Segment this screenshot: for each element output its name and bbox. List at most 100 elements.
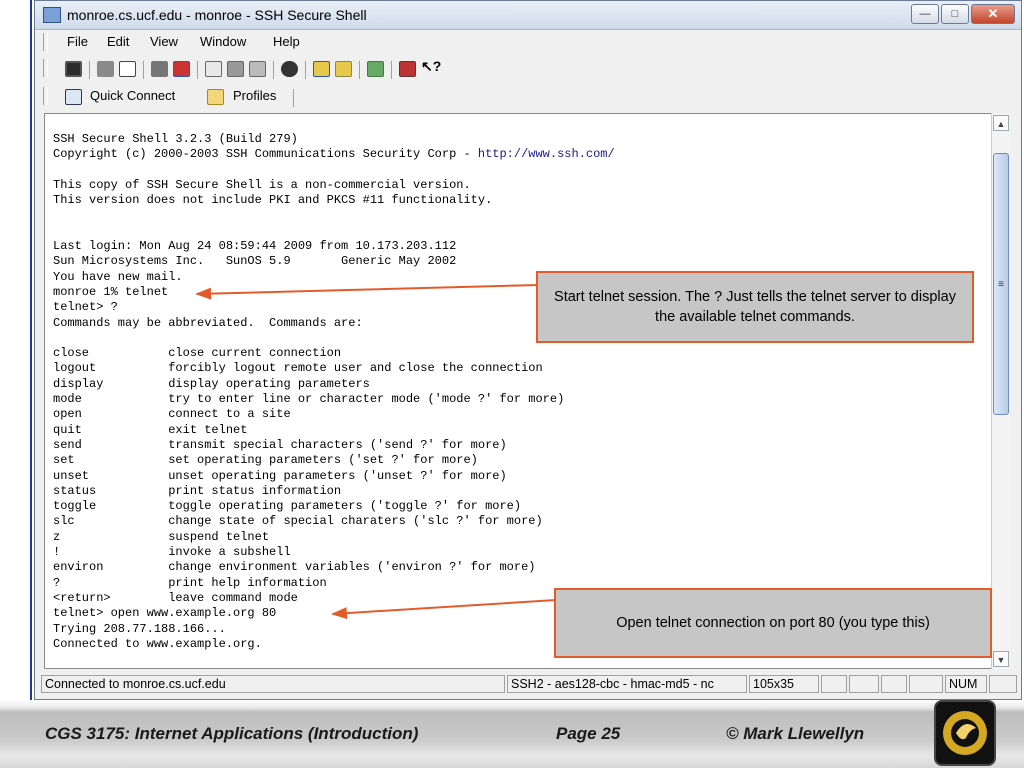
toolbar-grip[interactable] bbox=[43, 87, 48, 105]
open-callout: Open telnet connection on port 80 (you t… bbox=[554, 588, 992, 658]
menu-view[interactable]: View bbox=[150, 34, 178, 49]
status-num-lock: NUM bbox=[945, 675, 987, 693]
terminal-line: mode try to enter line or character mode… bbox=[53, 392, 565, 407]
status-size: 105x35 bbox=[749, 675, 819, 693]
window-controls: — □ ✕ bbox=[909, 4, 1015, 24]
terminal-line: <return> leave command mode bbox=[53, 590, 298, 605]
terminal-line: unset unset operating parameters ('unset… bbox=[53, 468, 507, 483]
close-button[interactable]: ✕ bbox=[971, 4, 1015, 24]
ssh-url-link[interactable]: http://www.ssh.com/ bbox=[478, 147, 615, 161]
profiles-button[interactable]: Profiles bbox=[233, 88, 276, 103]
main-toolbar: ↖? bbox=[35, 56, 1021, 84]
slide-footer: CGS 3175: Internet Applications (Introdu… bbox=[0, 700, 1024, 768]
ucf-pegasus-logo bbox=[934, 700, 996, 766]
status-cipher: SSH2 - aes128-cbc - hmac-md5 - nc bbox=[507, 675, 747, 693]
toolbar-separator bbox=[305, 61, 306, 79]
settings-icon[interactable] bbox=[367, 61, 384, 77]
status-empty-pane bbox=[881, 675, 907, 693]
menu-bar: File Edit View Window Help bbox=[35, 30, 1021, 54]
toolbar-separator bbox=[197, 61, 198, 79]
terminal-line: ? print help information bbox=[53, 575, 327, 590]
toolbar-separator bbox=[143, 61, 144, 79]
terminal-line: monroe 1% telnet bbox=[53, 284, 169, 299]
toolbar-separator bbox=[89, 61, 90, 79]
context-help-icon[interactable]: ↖? bbox=[421, 58, 441, 74]
menu-grip[interactable] bbox=[43, 33, 48, 51]
telnet-callout: Start telnet session. The ? Just tells t… bbox=[536, 271, 974, 343]
footer-author: © Mark Llewellyn bbox=[726, 724, 865, 743]
print-preview-icon[interactable] bbox=[119, 61, 136, 77]
toolbar-grip[interactable] bbox=[43, 59, 48, 77]
terminal-line: close close current connection bbox=[53, 346, 342, 361]
terminal-line: logout forcibly logout remote user and c… bbox=[53, 361, 543, 376]
terminal-line: Sun Microsystems Inc. SunOS 5.9 Generic … bbox=[53, 254, 457, 269]
maximize-button[interactable]: □ bbox=[941, 4, 969, 24]
terminal-line: Commands may be abbreviated. Commands ar… bbox=[53, 315, 363, 330]
menu-edit[interactable]: Edit bbox=[107, 34, 129, 49]
terminal-line: SSH Secure Shell 3.2.3 (Build 279) bbox=[53, 132, 298, 146]
menu-window[interactable]: Window bbox=[200, 34, 246, 49]
terminal-line: environ change environment variables ('e… bbox=[53, 560, 536, 575]
toolbar-separator bbox=[391, 61, 392, 79]
quick-connect-button[interactable]: Quick Connect bbox=[90, 88, 175, 103]
terminal-line: z suspend telnet bbox=[53, 529, 270, 544]
toolbar-separator bbox=[359, 61, 360, 79]
print-icon[interactable] bbox=[97, 61, 114, 77]
status-connection: Connected to monroe.cs.ucf.edu bbox=[41, 675, 505, 693]
folder-icon bbox=[207, 89, 224, 105]
terminal-line: Connected to www.example.org. bbox=[53, 636, 262, 651]
terminal-line: status print status information bbox=[53, 483, 342, 498]
disconnect-icon[interactable] bbox=[173, 61, 190, 77]
scroll-up-button[interactable]: ▲ bbox=[993, 115, 1009, 131]
resize-grip[interactable] bbox=[989, 675, 1017, 693]
toolbar-separator bbox=[293, 89, 294, 107]
scroll-down-button[interactable]: ▼ bbox=[993, 651, 1009, 667]
slide-left-margin bbox=[0, 0, 32, 700]
terminal-line: toggle toggle operating parameters ('tog… bbox=[53, 499, 522, 514]
connect-icon[interactable] bbox=[151, 61, 168, 77]
terminal-line: quit exit telnet bbox=[53, 422, 248, 437]
paste-icon[interactable] bbox=[227, 61, 244, 77]
terminal-line: This copy of SSH Secure Shell is a non-c… bbox=[53, 177, 471, 192]
copy-icon[interactable] bbox=[205, 61, 222, 77]
terminal-line: telnet> open www.example.org 80 bbox=[53, 606, 277, 621]
terminal-output: SSH Secure Shell 3.2.3 (Build 279) Copyri… bbox=[53, 132, 615, 652]
menu-help[interactable]: Help bbox=[273, 34, 300, 49]
vertical-scrollbar[interactable]: ▲ ≡ ▼ bbox=[991, 113, 1010, 669]
help-book-icon[interactable] bbox=[399, 61, 416, 77]
terminal-area[interactable]: SSH Secure Shell 3.2.3 (Build 279) Copyri… bbox=[44, 113, 1009, 669]
terminal-line: open connect to a site bbox=[53, 407, 291, 422]
terminal-line: This version does not include PKI and PK… bbox=[53, 193, 493, 208]
save-icon[interactable] bbox=[65, 61, 82, 77]
find-icon[interactable] bbox=[281, 61, 298, 77]
status-empty-pane bbox=[821, 675, 847, 693]
status-bar: Connected to monroe.cs.ucf.edu SSH2 - ae… bbox=[35, 673, 1021, 695]
toolbar-separator bbox=[273, 61, 274, 79]
terminal-line: Copyright (c) 2000-2003 SSH Communicatio… bbox=[53, 147, 615, 162]
terminal-line: send transmit special characters ('send … bbox=[53, 437, 507, 452]
terminal-line: You have new mail. bbox=[53, 269, 183, 284]
terminal-line: set set operating parameters ('set ?' fo… bbox=[53, 453, 478, 468]
status-activity-icon bbox=[849, 675, 879, 693]
paste-selection-icon[interactable] bbox=[249, 61, 266, 77]
footer-course: CGS 3175: Internet Applications (Introdu… bbox=[45, 724, 419, 743]
minimize-button[interactable]: — bbox=[911, 4, 939, 24]
terminal-line: slc change state of special charaters ('… bbox=[53, 514, 543, 529]
terminal-line: Last login: Mon Aug 24 08:59:44 2009 fro… bbox=[53, 239, 457, 254]
profiles-toolbar: Quick Connect Profiles bbox=[35, 84, 1021, 112]
ssh-app-icon bbox=[43, 7, 61, 23]
menu-file[interactable]: File bbox=[67, 34, 88, 49]
scroll-thumb[interactable]: ≡ bbox=[993, 153, 1009, 415]
title-bar[interactable]: monroe.cs.ucf.edu - monroe - SSH Secure … bbox=[35, 1, 1021, 30]
terminal-line: telnet> ? bbox=[53, 300, 118, 315]
terminal-line: Trying 208.77.188.166... bbox=[53, 621, 226, 636]
quick-connect-icon bbox=[65, 89, 82, 105]
new-file-transfer-icon[interactable] bbox=[335, 61, 352, 77]
status-empty-pane bbox=[909, 675, 943, 693]
terminal-line: display display operating parameters bbox=[53, 376, 370, 391]
new-terminal-icon[interactable] bbox=[313, 61, 330, 77]
